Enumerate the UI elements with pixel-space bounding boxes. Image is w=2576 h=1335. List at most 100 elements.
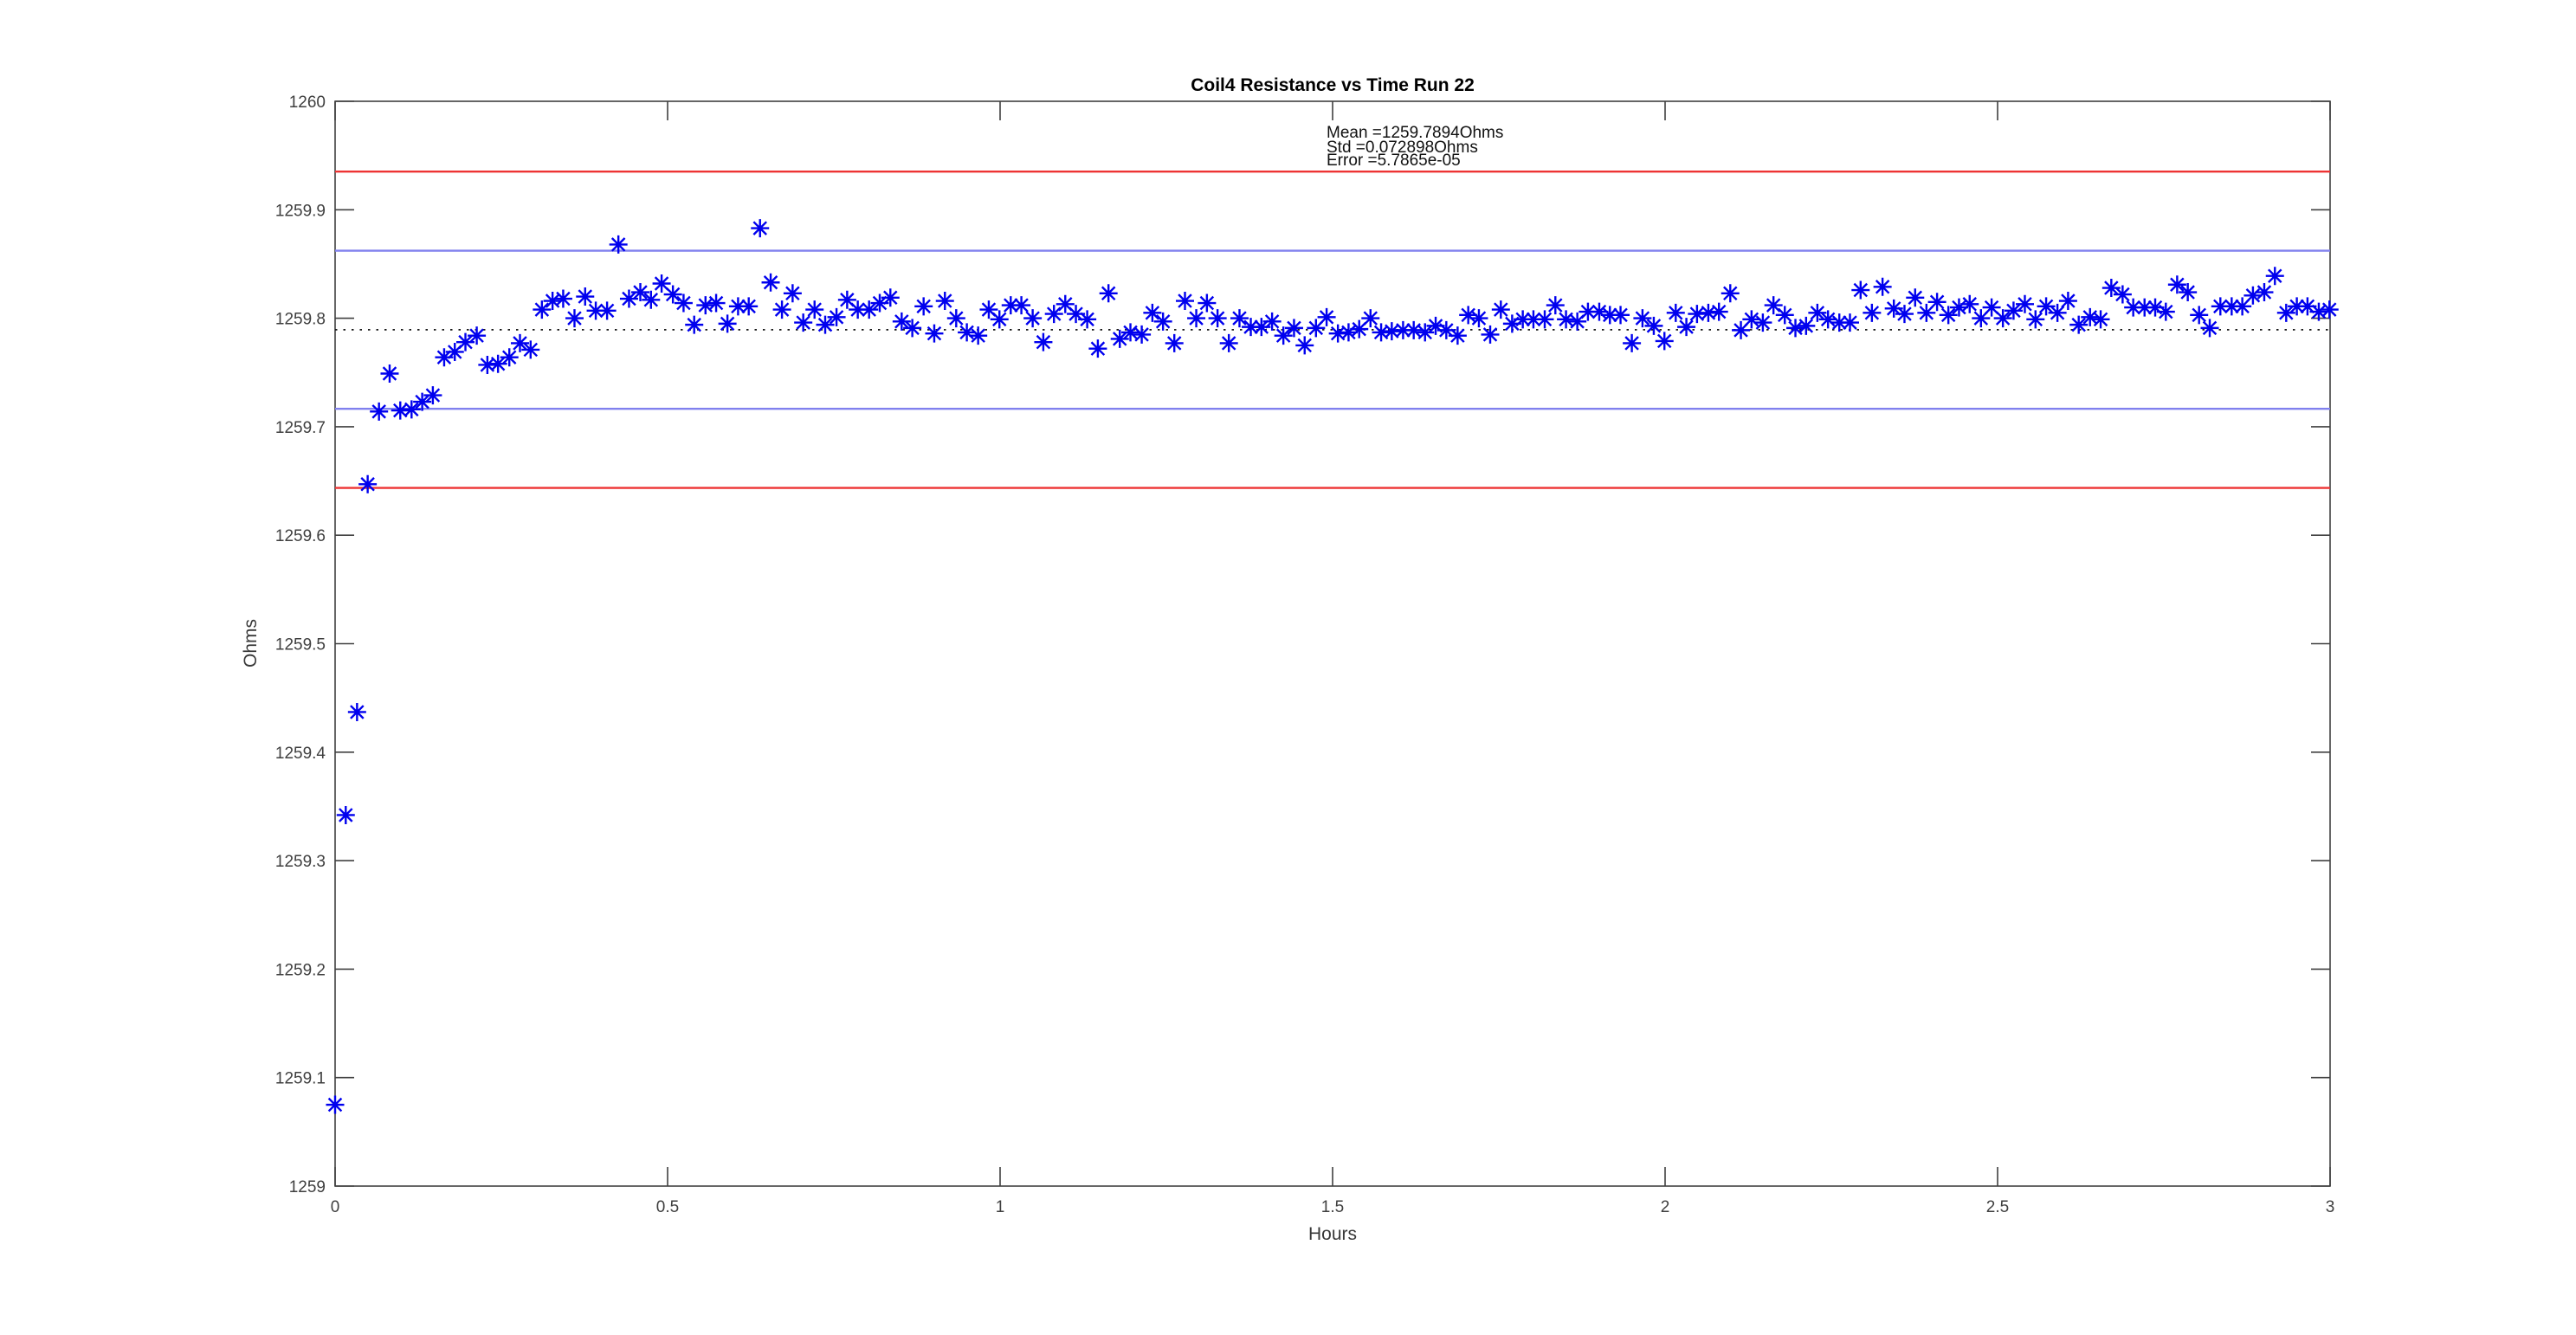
data-point-marker <box>1198 294 1216 313</box>
data-point-marker <box>1753 313 1772 332</box>
data-point-marker <box>326 1096 345 1114</box>
data-point-marker <box>1209 309 1227 327</box>
data-point-marker <box>1220 334 1238 352</box>
data-point-marker <box>1295 336 1314 354</box>
data-point-marker <box>1176 292 1194 310</box>
data-point-marker <box>1863 304 1881 322</box>
data-point-marker <box>664 286 682 304</box>
data-point-marker <box>1143 304 1161 322</box>
data-point-marker <box>2244 287 2262 305</box>
y-tick-label: 1259.8 <box>275 311 326 329</box>
y-tick-label: 1259.5 <box>275 636 326 655</box>
data-point-marker <box>2069 316 2088 334</box>
data-point-marker <box>751 219 769 237</box>
data-point-marker <box>817 316 835 334</box>
data-point-marker <box>881 288 900 306</box>
data-point-marker <box>1482 326 1500 344</box>
data-point-marker <box>805 300 823 319</box>
data-point-marker <box>2016 295 2034 313</box>
data-point-marker <box>1535 310 1553 328</box>
data-point-marker <box>1644 317 1662 335</box>
matlab-figure-canvas: 12591259.11259.21259.31259.41259.51259.6… <box>0 0 2576 1335</box>
data-point-marker <box>1078 310 1096 328</box>
data-point-marker <box>1928 293 1947 311</box>
data-point-marker <box>1361 309 1379 327</box>
data-point-marker <box>903 319 921 337</box>
x-tick-label: 0.5 <box>656 1198 679 1216</box>
y-axis-label: Ohms <box>241 619 261 668</box>
x-axis-label: Hours <box>1308 1224 1357 1244</box>
data-point-marker <box>784 284 802 302</box>
data-point-marker <box>762 274 780 292</box>
data-point-marker <box>1449 326 1467 345</box>
x-tick-label: 2.5 <box>1986 1198 2009 1216</box>
data-point-marker <box>1765 296 1783 314</box>
data-point-marker <box>1841 313 1859 332</box>
data-point-marker <box>1469 309 1488 327</box>
plot-area-frame <box>335 101 2330 1186</box>
x-tick-label: 1.5 <box>1321 1198 1344 1216</box>
data-point-marker <box>1318 308 1336 326</box>
data-point-marker <box>1776 306 1794 324</box>
data-point-marker <box>1546 296 1565 314</box>
data-point-marker <box>991 310 1009 328</box>
data-point-marker <box>675 294 693 313</box>
data-point-marker <box>1045 305 1063 323</box>
x-tick-label: 0 <box>331 1198 340 1216</box>
data-point-marker <box>1994 309 2012 327</box>
data-point-marker <box>1721 284 1740 302</box>
y-tick-label: 1259.6 <box>275 527 326 545</box>
data-point-marker <box>2255 283 2273 301</box>
data-point-marker <box>1656 332 1674 350</box>
data-point-marker <box>2200 319 2218 337</box>
data-point-marker <box>1742 310 1760 328</box>
data-point-marker <box>1275 326 1293 345</box>
data-point-marker <box>1611 306 1630 324</box>
data-point-marker <box>1165 334 1184 352</box>
data-point-marker <box>1187 309 1205 327</box>
data-point-marker <box>958 323 976 341</box>
data-point-marker <box>1819 310 1837 328</box>
y-tick-label: 1259.1 <box>275 1070 326 1088</box>
data-point-marker <box>403 400 421 418</box>
data-point-marker <box>794 313 812 332</box>
data-point-marker <box>1851 281 1869 300</box>
data-point-marker <box>358 475 377 493</box>
data-point-marker <box>631 283 649 301</box>
resistance-vs-time-chart: 12591259.11259.21259.31259.41259.51259.6… <box>0 0 2576 1335</box>
data-point-marker <box>1230 309 1249 327</box>
data-point-marker <box>1895 305 1914 323</box>
data-point-marker <box>348 703 366 721</box>
data-point-marker <box>2168 275 2186 293</box>
data-point-marker <box>1012 296 1030 314</box>
data-point-marker <box>936 292 954 310</box>
data-point-marker <box>2114 286 2132 304</box>
data-point-marker <box>1100 284 1118 302</box>
data-point-marker <box>2190 306 2208 324</box>
data-point-marker <box>521 340 539 358</box>
data-point-marker <box>685 316 703 334</box>
data-point-marker <box>423 386 442 404</box>
data-point-marker <box>2157 303 2175 321</box>
data-point-marker <box>554 290 572 308</box>
data-point-marker <box>1154 313 1172 331</box>
data-point-marker <box>1677 318 1695 336</box>
data-point-marker <box>598 301 617 319</box>
data-point-marker <box>914 297 933 315</box>
data-point-marker <box>1285 319 1303 337</box>
data-point-marker <box>828 308 846 326</box>
data-point-marker <box>2266 267 2284 285</box>
y-tick-label: 1259.4 <box>275 745 326 763</box>
x-tick-label: 2 <box>1661 1198 1670 1216</box>
data-point-marker <box>1874 278 1892 296</box>
y-tick-label: 1259.9 <box>275 202 326 220</box>
y-tick-label: 1259.2 <box>275 961 326 979</box>
data-point-marker <box>1088 339 1107 358</box>
data-point-marker <box>370 403 388 421</box>
data-point-marker <box>719 314 737 332</box>
x-tick-label: 3 <box>2326 1198 2335 1216</box>
y-tick-label: 1259 <box>289 1178 326 1196</box>
data-point-marker <box>925 325 943 343</box>
data-point-marker <box>1960 295 1979 313</box>
data-point-marker <box>380 364 398 383</box>
